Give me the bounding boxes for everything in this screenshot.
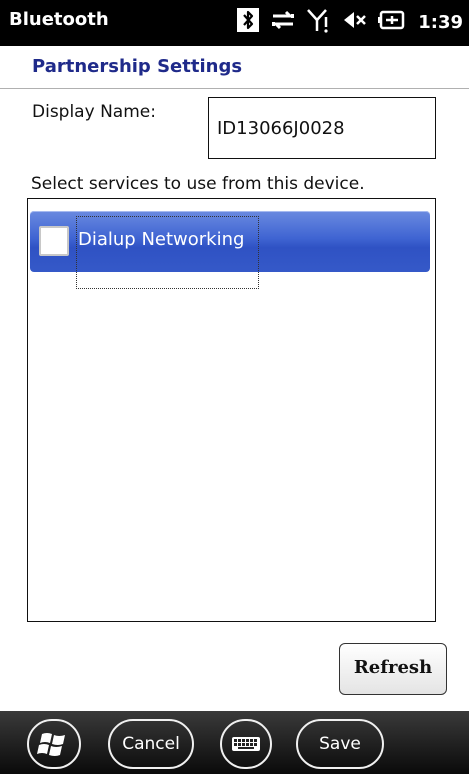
display-name-label: Display Name: — [32, 102, 156, 122]
display-name-field[interactable] — [217, 118, 427, 139]
windows-flag-icon — [37, 733, 65, 756]
display-name-field-box[interactable] — [208, 97, 436, 159]
clock: 1:39 — [418, 11, 463, 33]
cancel-button[interactable]: Cancel — [108, 719, 194, 769]
app-title: Bluetooth — [9, 9, 109, 30]
save-button[interactable]: Save — [296, 719, 384, 769]
keyboard-icon — [232, 737, 260, 751]
service-checkbox[interactable] — [39, 226, 69, 256]
bottom-toolbar: Cancel Save — [0, 711, 469, 774]
focus-rectangle — [76, 216, 259, 289]
page-header: Partnership Settings — [0, 46, 469, 89]
bluetooth-icon — [236, 7, 260, 37]
service-label: Dialup Networking — [78, 229, 245, 250]
speaker-muted-icon — [342, 8, 368, 36]
start-button[interactable] — [27, 719, 81, 769]
services-prompt: Select services to use from this device. — [31, 174, 365, 194]
keyboard-button[interactable] — [220, 719, 272, 769]
battery-charging-icon — [378, 9, 406, 35]
refresh-button[interactable]: Refresh — [339, 643, 447, 695]
page-title: Partnership Settings — [32, 56, 243, 77]
signal-no-service-icon — [306, 7, 332, 37]
services-list[interactable]: Dialup Networking — [27, 198, 436, 622]
status-icons: 1:39 — [236, 7, 463, 37]
status-bar: Bluetooth 1:39 — [0, 0, 469, 46]
service-item-dialup-networking[interactable]: Dialup Networking — [30, 211, 430, 289]
sync-arrows-icon — [270, 8, 296, 36]
